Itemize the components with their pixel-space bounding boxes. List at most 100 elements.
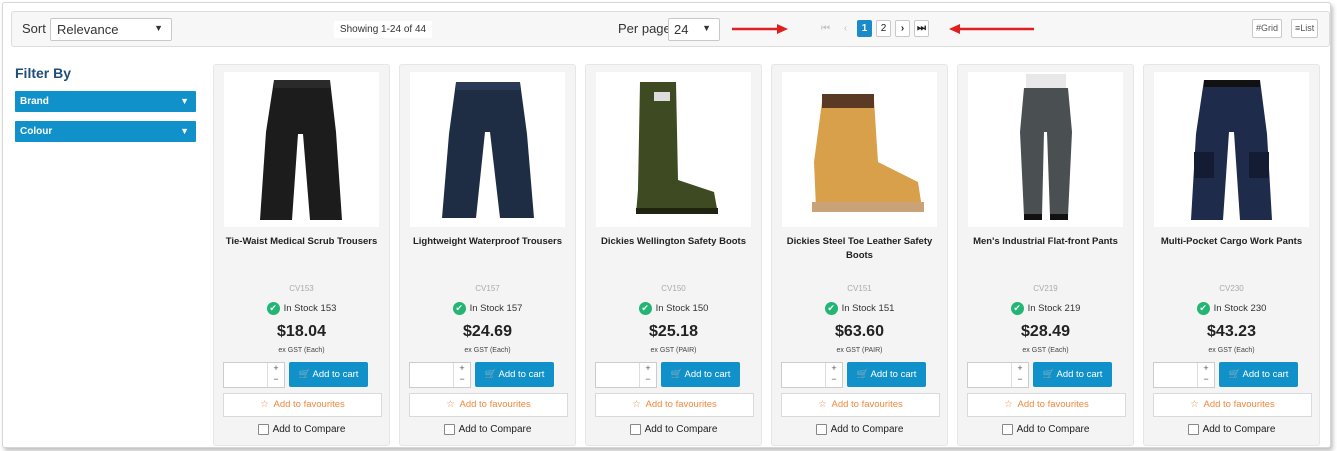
product-image[interactable] (1154, 72, 1309, 227)
product-name[interactable]: Multi-Pocket Cargo Work Pants (1150, 235, 1313, 249)
add-to-compare[interactable]: Add to Compare (586, 424, 761, 435)
product-name[interactable]: Lightweight Waterproof Trousers (406, 235, 569, 249)
per-page-label: Per page (618, 21, 671, 36)
add-to-cart-button[interactable]: 🛒 Add to cart (661, 362, 740, 387)
product-image[interactable] (410, 72, 565, 227)
add-to-favourites-button[interactable]: ☆ Add to favourites (1153, 393, 1312, 417)
quantity-stepper[interactable]: + − (223, 362, 285, 388)
stepper-buttons[interactable]: + − (267, 363, 284, 387)
price-unit: ex GST (PAIR) (836, 347, 883, 354)
add-to-cart-button[interactable]: 🛒 Add to cart (289, 362, 368, 387)
product-image[interactable] (596, 72, 751, 227)
quantity-stepper[interactable]: + − (409, 362, 471, 388)
compare-checkbox[interactable] (1001, 424, 1013, 435)
add-to-cart-button[interactable]: 🛒 Add to cart (1033, 362, 1112, 387)
compare-checkbox[interactable] (815, 424, 827, 435)
results-count: Showing 1-24 of 44 (334, 21, 432, 38)
product-card: Dickies Steel Toe Leather Safety Boots C… (771, 64, 948, 446)
quantity-stepper[interactable]: + − (781, 362, 843, 388)
product-price: $18.04 (277, 323, 326, 340)
product-image[interactable] (968, 72, 1123, 227)
grid-view-button[interactable]: #Grid (1252, 19, 1283, 38)
add-to-compare[interactable]: Add to Compare (958, 424, 1133, 435)
sort-label: Sort (22, 21, 46, 36)
compare-checkbox[interactable] (1187, 424, 1199, 435)
next-page-icon[interactable]: › (895, 20, 910, 37)
product-name[interactable]: Dickies Steel Toe Leather Safety Boots (778, 235, 941, 263)
product-listing-frame: Sort Relevance ▼ Showing 1-24 of 44 Per … (2, 2, 1331, 448)
add-to-compare[interactable]: Add to Compare (1144, 424, 1319, 435)
list-view-button[interactable]: ≡List (1291, 19, 1319, 38)
add-to-compare[interactable]: Add to Compare (214, 424, 389, 435)
prev-page-icon[interactable]: ‹ (838, 20, 853, 37)
plus-icon[interactable]: + (1203, 363, 1208, 373)
first-page-icon[interactable]: ⏮ (818, 20, 833, 37)
cart-icon: 🛒 (856, 369, 869, 380)
add-to-favourites-button[interactable]: ☆ Add to favourites (967, 393, 1126, 417)
plus-icon[interactable]: + (831, 363, 836, 373)
product-name[interactable]: Men's Industrial Flat-front Pants (964, 235, 1127, 249)
add-to-favourites-button[interactable]: ☆ Add to favourites (223, 393, 382, 417)
quantity-stepper[interactable]: + − (967, 362, 1029, 388)
stepper-buttons[interactable]: + − (1197, 363, 1214, 387)
facet-brand[interactable]: Brand ▼ (15, 91, 196, 112)
per-page-select[interactable]: 24 ▼ (668, 18, 720, 41)
star-icon: ☆ (1190, 399, 1199, 410)
compare-checkbox[interactable] (443, 424, 455, 435)
add-to-compare[interactable]: Add to Compare (772, 424, 947, 435)
add-to-favourites-button[interactable]: ☆ Add to favourites (781, 393, 940, 417)
product-sku: CV219 (1033, 284, 1058, 293)
chevron-down-icon: ▼ (702, 23, 711, 33)
product-price: $28.49 (1021, 323, 1070, 340)
add-to-compare[interactable]: Add to Compare (400, 424, 575, 435)
cart-icon: 🛒 (670, 369, 683, 380)
sort-select[interactable]: Relevance ▼ (50, 18, 172, 41)
product-price: $24.69 (463, 323, 512, 340)
cart-icon: 🛒 (1228, 369, 1241, 380)
plus-icon[interactable]: + (273, 363, 278, 373)
product-image[interactable] (782, 72, 937, 227)
add-to-favourites-button[interactable]: ☆ Add to favourites (409, 393, 568, 417)
product-image[interactable] (224, 72, 379, 227)
plus-icon[interactable]: + (1017, 363, 1022, 373)
product-card: Men's Industrial Flat-front Pants CV219 … (957, 64, 1134, 446)
stepper-buttons[interactable]: + − (1011, 363, 1028, 387)
stepper-buttons[interactable]: + − (453, 363, 470, 387)
stock-status: ✔ In Stock 150 (586, 302, 761, 315)
minus-icon[interactable]: − (1203, 374, 1208, 384)
plus-icon[interactable]: + (459, 363, 464, 373)
stepper-buttons[interactable]: + − (825, 363, 842, 387)
compare-checkbox[interactable] (629, 424, 641, 435)
product-name[interactable]: Dickies Wellington Safety Boots (592, 235, 755, 249)
minus-icon[interactable]: − (831, 374, 836, 384)
minus-icon[interactable]: − (273, 374, 278, 384)
stepper-buttons[interactable]: + − (639, 363, 656, 387)
add-to-cart-button[interactable]: 🛒 Add to cart (475, 362, 554, 387)
facet-colour[interactable]: Colour ▼ (15, 121, 196, 142)
page-1-button[interactable]: 1 (857, 20, 872, 37)
product-card: Tie-Waist Medical Scrub Trousers CV153 ✔… (213, 64, 390, 446)
stock-status: ✔ In Stock 230 (1144, 302, 1319, 315)
stock-status: ✔ In Stock 151 (772, 302, 947, 315)
plus-icon[interactable]: + (645, 363, 650, 373)
add-to-favourites-button[interactable]: ☆ Add to favourites (595, 393, 754, 417)
minus-icon[interactable]: − (459, 374, 464, 384)
last-page-icon[interactable]: ⏭ (914, 20, 929, 37)
annotation-arrow-icon (949, 24, 1034, 34)
stock-status: ✔ In Stock 157 (400, 302, 575, 315)
quantity-stepper[interactable]: + − (1153, 362, 1215, 388)
compare-checkbox[interactable] (257, 424, 269, 435)
quantity-stepper[interactable]: + − (595, 362, 657, 388)
product-card: Multi-Pocket Cargo Work Pants CV230 ✔ In … (1143, 64, 1320, 446)
minus-icon[interactable]: − (645, 374, 650, 384)
add-to-cart-button[interactable]: 🛒 Add to cart (1219, 362, 1298, 387)
add-to-cart-button[interactable]: 🛒 Add to cart (847, 362, 926, 387)
check-circle-icon: ✔ (638, 302, 652, 315)
product-name[interactable]: Tie-Waist Medical Scrub Trousers (220, 235, 383, 249)
product-card: Lightweight Waterproof Trousers CV157 ✔ I… (399, 64, 576, 446)
page-2-button[interactable]: 2 (876, 20, 891, 37)
product-sku: CV230 (1219, 284, 1244, 293)
listing-toolbar: Sort Relevance ▼ Showing 1-24 of 44 Per … (11, 11, 1330, 47)
chevron-down-icon: ▼ (180, 126, 189, 136)
minus-icon[interactable]: − (1017, 374, 1022, 384)
